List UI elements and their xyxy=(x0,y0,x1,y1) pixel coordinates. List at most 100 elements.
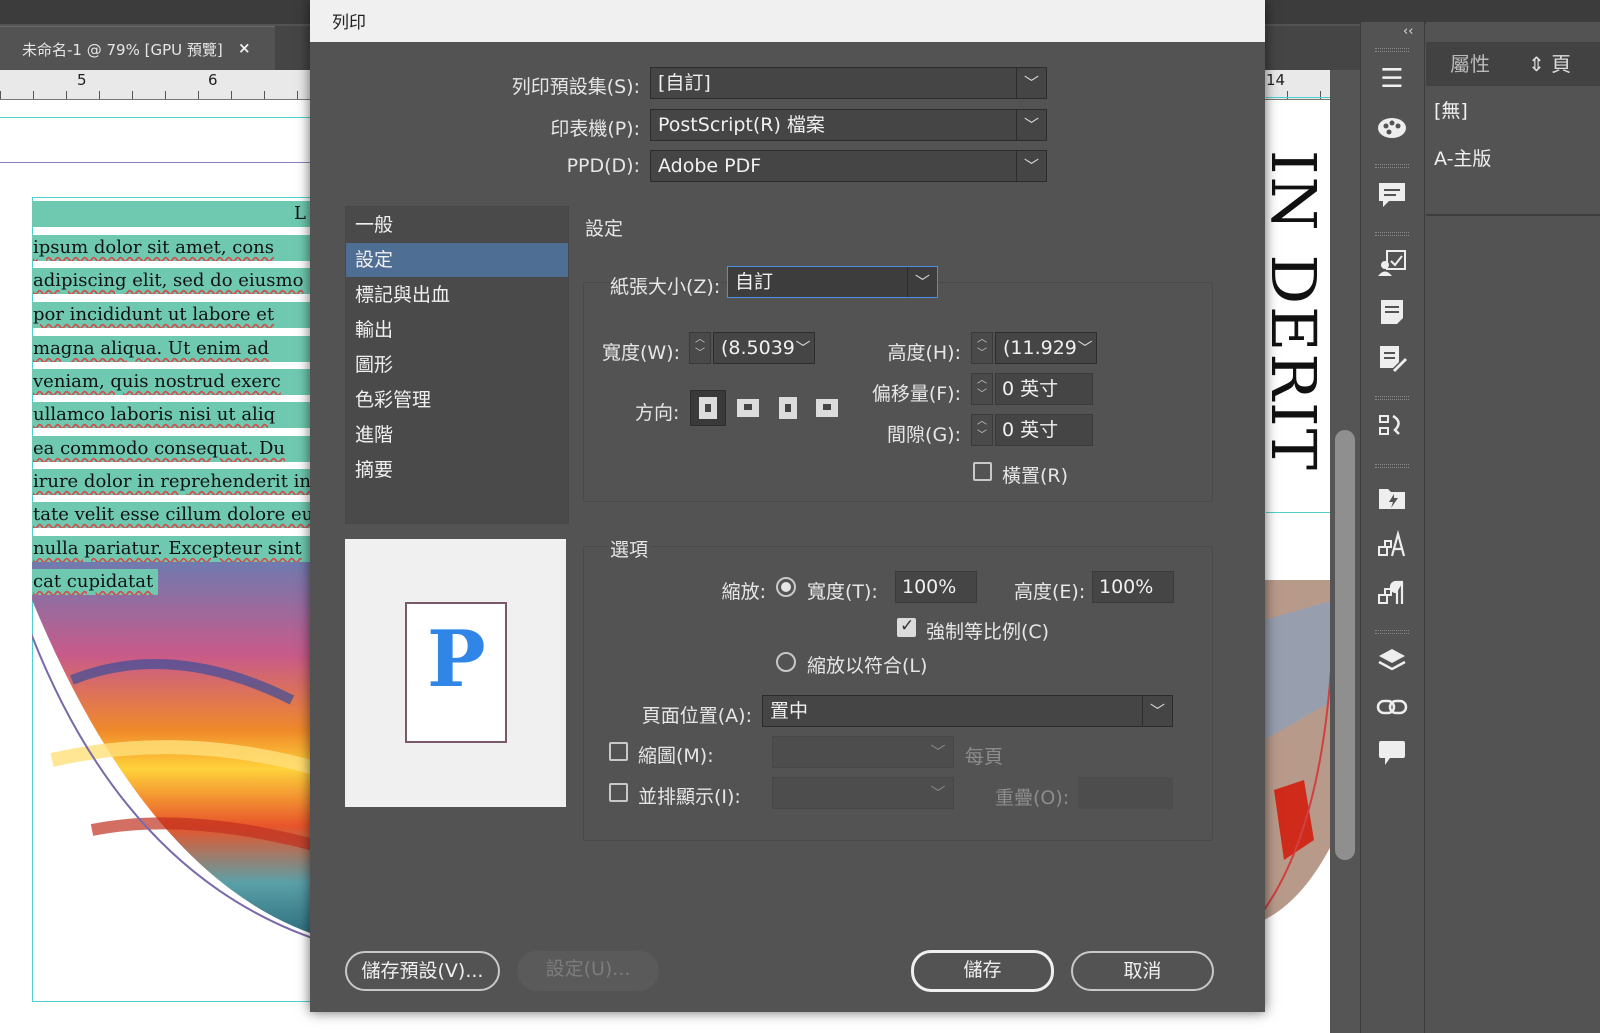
scale-to-fit-radio[interactable] xyxy=(776,652,796,672)
category-general[interactable]: 一般 xyxy=(346,208,568,242)
color-palette-icon[interactable] xyxy=(1375,110,1409,144)
reverse-portrait-icon xyxy=(779,397,797,419)
panel-grip[interactable] xyxy=(1375,396,1409,400)
reverse-landscape-icon xyxy=(816,399,838,417)
orientation-reverse-portrait-button[interactable] xyxy=(770,390,806,426)
vertical-title-frame[interactable]: IN DERIT xyxy=(1268,150,1338,515)
speech-bubble-icon[interactable] xyxy=(1375,736,1409,770)
height-value: (11.929 xyxy=(1003,337,1077,359)
width-stepper[interactable]: ︿ ﹀ xyxy=(689,332,711,364)
category-color-management[interactable]: 色彩管理 xyxy=(346,383,568,417)
comment-icon[interactable] xyxy=(1375,178,1409,212)
scale-width-field[interactable]: 100% xyxy=(895,571,977,603)
print-preset-select[interactable]: [自訂] ﹀ xyxy=(650,67,1047,99)
scrollbar-thumb[interactable] xyxy=(1335,430,1355,860)
constrain-proportions-label: 強制等比例(C) xyxy=(926,621,1050,643)
orientation-portrait-button[interactable] xyxy=(690,390,726,426)
notes-icon[interactable] xyxy=(1375,295,1409,329)
text-line: irure dolor in reprehenderit in xyxy=(32,469,312,495)
layers-icon[interactable] xyxy=(1375,644,1409,678)
category-list: 一般 設定 標記與出血 輸出 圖形 色彩管理 進階 摘要 xyxy=(345,206,569,524)
height-field[interactable]: (11.929 ﹀ xyxy=(995,332,1097,364)
chevron-down-icon: ﹀ xyxy=(1077,339,1093,357)
thumbnails-select[interactable]: ﹀ xyxy=(772,736,954,768)
offset-label: 偏移量(F): xyxy=(871,383,961,405)
text-line: ullamco laboris nisi ut aliq xyxy=(32,402,312,428)
overlap-label: 重疊(O): xyxy=(995,787,1070,809)
page-position-select[interactable]: 置中 ﹀ xyxy=(762,695,1173,727)
tile-select[interactable]: ﹀ xyxy=(772,777,954,809)
ppd-select[interactable]: Adobe PDF ﹀ xyxy=(650,150,1047,182)
ppd-value: Adobe PDF xyxy=(658,155,762,177)
text-line: L xyxy=(32,201,312,227)
category-output[interactable]: 輸出 xyxy=(346,313,568,347)
painting-image[interactable] xyxy=(32,560,332,1000)
print-preset-value: [自訂] xyxy=(658,72,711,94)
preview-page: P xyxy=(405,602,507,743)
tab-properties[interactable]: 屬性 xyxy=(1450,48,1490,77)
category-setup[interactable]: 設定 xyxy=(346,243,568,277)
ppd-label: PPD(D): xyxy=(566,155,640,177)
master-none-item[interactable]: [無] xyxy=(1434,96,1468,123)
panel-divider xyxy=(1426,214,1600,216)
save-button[interactable]: 儲存 xyxy=(911,950,1054,992)
document-tab[interactable]: 未命名-1 @ 79% [GPU 預覽] × xyxy=(0,26,275,70)
guide-line xyxy=(0,162,320,163)
printer-select[interactable]: PostScript(R) 檔案 ﹀ xyxy=(650,109,1047,141)
panel-icon-column: ‹‹ ☰ xyxy=(1360,22,1425,1033)
orientation-landscape-button[interactable] xyxy=(730,390,766,426)
scale-radio[interactable] xyxy=(776,577,796,597)
chevron-down-icon: ﹀ xyxy=(907,267,937,297)
gap-field[interactable]: 0 英寸 xyxy=(995,414,1093,446)
close-tab-icon[interactable]: × xyxy=(238,39,251,57)
tab-pages[interactable]: ⇕ 頁 xyxy=(1528,48,1571,77)
height-stepper[interactable]: ︿ ﹀ xyxy=(971,332,993,364)
assign-icon[interactable] xyxy=(1375,246,1409,280)
scale-width-label: 寬度(T): xyxy=(807,581,878,603)
panel-grip[interactable] xyxy=(1375,464,1409,468)
category-summary[interactable]: 摘要 xyxy=(346,453,568,487)
collapse-panels-icon[interactable]: ‹‹ xyxy=(1403,24,1413,39)
category-marks-bleed[interactable]: 標記與出血 xyxy=(346,278,568,312)
master-a-item[interactable]: A-主版 xyxy=(1434,144,1491,171)
panel-grip[interactable] xyxy=(1375,232,1409,236)
offset-field[interactable]: 0 英寸 xyxy=(995,373,1093,405)
panel-grip[interactable] xyxy=(1375,630,1409,634)
orientation-reverse-landscape-button[interactable] xyxy=(809,390,845,426)
transverse-checkbox[interactable] xyxy=(973,462,992,481)
chevron-down-icon: ﹀ xyxy=(930,743,946,761)
dialog-title: 列印 xyxy=(332,13,366,33)
height-label: 高度(H): xyxy=(887,342,961,364)
text-wrap-icon[interactable] xyxy=(1375,410,1409,444)
character-styles-icon[interactable] xyxy=(1375,528,1409,562)
scale-to-fit-label: 縮放以符合(L) xyxy=(807,655,928,677)
orientation-label: 方向: xyxy=(635,402,680,424)
category-advanced[interactable]: 進階 xyxy=(346,418,568,452)
constrain-proportions-checkbox[interactable] xyxy=(897,616,916,637)
thumbnails-checkbox[interactable] xyxy=(609,742,628,761)
category-graphics[interactable]: 圖形 xyxy=(346,348,568,382)
tile-checkbox[interactable] xyxy=(609,783,628,802)
setup-button[interactable]: 設定(U)... xyxy=(517,951,659,991)
cc-library-icon[interactable] xyxy=(1375,480,1409,514)
panel-grip[interactable] xyxy=(1375,48,1409,52)
ruler-mark: 14 xyxy=(1266,71,1286,89)
paper-size-select[interactable]: 自訂 ﹀ xyxy=(727,266,938,298)
edit-notes-icon[interactable] xyxy=(1375,342,1409,376)
cancel-button[interactable]: 取消 xyxy=(1071,951,1214,991)
text-line: por incididunt ut labore et xyxy=(32,302,312,328)
paragraph-styles-icon[interactable] xyxy=(1375,576,1409,610)
menu-icon[interactable]: ☰ xyxy=(1375,62,1409,96)
panel-grip[interactable] xyxy=(1375,164,1409,168)
preview-letter: P xyxy=(427,614,486,705)
gap-stepper[interactable]: ︿ ﹀ xyxy=(971,414,993,446)
painting-image-right[interactable] xyxy=(1264,580,1334,920)
offset-stepper[interactable]: ︿ ﹀ xyxy=(971,373,993,405)
save-preset-button[interactable]: 儲存預設(V)... xyxy=(345,951,500,991)
links-icon[interactable] xyxy=(1375,690,1409,724)
width-field[interactable]: (8.5039 ﹀ xyxy=(713,332,815,364)
text-line: tate velit esse cillum dolore eu xyxy=(32,502,312,528)
overlap-field[interactable] xyxy=(1078,777,1173,809)
dialog-titlebar[interactable]: 列印 xyxy=(310,0,1265,42)
scale-height-field[interactable]: 100% xyxy=(1092,571,1174,603)
